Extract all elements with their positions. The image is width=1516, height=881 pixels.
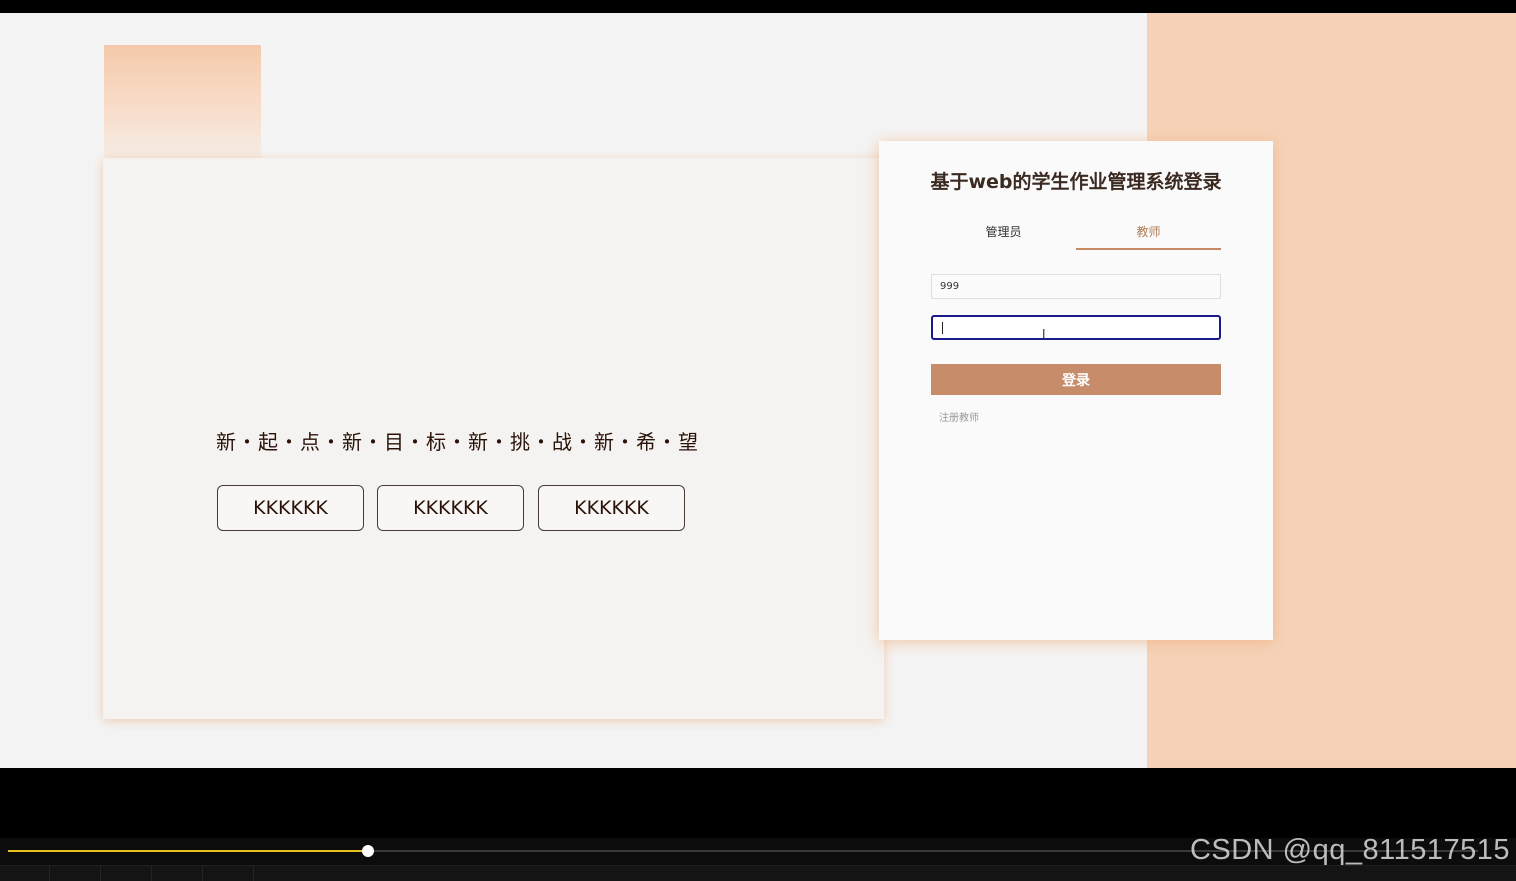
control-slot[interactable]: [50, 866, 101, 881]
username-field[interactable]: 999: [931, 274, 1221, 299]
control-slot[interactable]: [0, 866, 50, 881]
hero-card: 新・起・点・新・目・标・新・挑・战・新・希・望 KKKKKK KKKKKK KK…: [103, 158, 884, 719]
register-teacher-link[interactable]: 注册教师: [939, 409, 979, 424]
login-button[interactable]: 登录: [931, 364, 1221, 395]
hero-button-1[interactable]: KKKKKK: [217, 485, 364, 531]
tab-admin[interactable]: 管理员: [931, 223, 1076, 250]
login-card: 基于web的学生作业管理系统登录 管理员 教师 999 I 登录 注册教师: [879, 141, 1273, 640]
hero-slogan: 新・起・点・新・目・标・新・挑・战・新・希・望: [216, 430, 699, 454]
control-slot[interactable]: [203, 866, 254, 881]
text-cursor-icon: I: [1042, 327, 1046, 341]
progress-fill: [8, 850, 368, 852]
hero-button-3[interactable]: KKKKKK: [538, 485, 685, 531]
csdn-watermark: CSDN @qq_811517515: [1189, 834, 1510, 866]
tab-teacher[interactable]: 教师: [1076, 223, 1221, 250]
hero-button-2[interactable]: KKKKKK: [377, 485, 524, 531]
password-field[interactable]: [931, 315, 1221, 340]
screen: 新・起・点・新・目・标・新・挑・战・新・希・望 KKKKKK KKKKKK KK…: [0, 0, 1516, 881]
web-page: 新・起・点・新・目・标・新・挑・战・新・希・望 KKKKKK KKKKKK KK…: [0, 13, 1516, 768]
login-title: 基于web的学生作业管理系统登录: [930, 171, 1222, 193]
control-slot[interactable]: [101, 866, 152, 881]
decorative-gradient-square: [104, 45, 261, 163]
control-slot[interactable]: [152, 866, 203, 881]
text-caret: [942, 322, 943, 334]
progress-knob-icon[interactable]: [362, 845, 374, 857]
player-controls: [0, 865, 1516, 881]
